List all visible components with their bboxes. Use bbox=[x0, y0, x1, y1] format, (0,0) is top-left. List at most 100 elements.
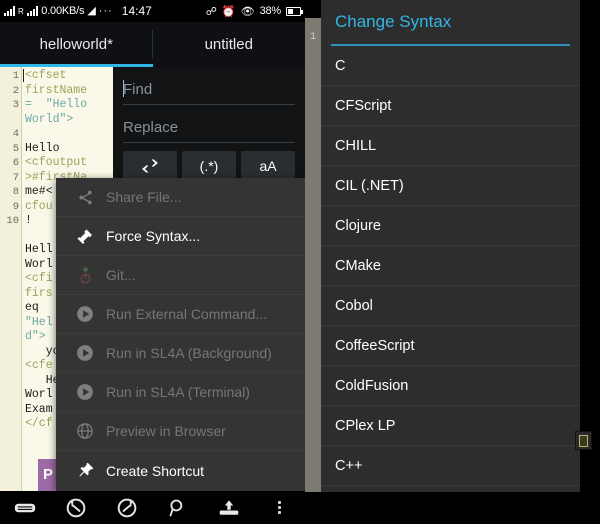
menu-item-label: Preview in Browser bbox=[106, 423, 226, 439]
keyboard-button[interactable] bbox=[0, 501, 51, 515]
screen: R 0.00KB/s ◢ ··· 14:47 ☍ ⏰ 👁 38% hellowo… bbox=[0, 0, 600, 524]
more-dots-icon: ··· bbox=[98, 5, 113, 17]
alarm-icon: ⏰ bbox=[221, 5, 236, 18]
find-replace-panel: Find Replace (.*) aA bbox=[113, 67, 305, 181]
syntax-option-clojure[interactable]: Clojure bbox=[321, 206, 580, 246]
line-number: 6 bbox=[12, 157, 19, 169]
syntax-option-list[interactable]: C CFScript CHILL CIL (.NET) Clojure CMake Cobo… bbox=[321, 46, 580, 492]
syntax-option-label: C bbox=[335, 57, 346, 74]
syntax-option-cplex-lp[interactable]: CPlex LP bbox=[321, 406, 580, 446]
tab-helloworld[interactable]: helloworld* bbox=[0, 22, 153, 67]
save-button[interactable] bbox=[203, 499, 254, 517]
regex-label: (.*) bbox=[199, 158, 219, 174]
case-sensitive-button[interactable]: aA bbox=[241, 151, 295, 181]
syntax-option-label: C++ bbox=[335, 457, 363, 474]
menu-item-label: Run in SL4A (Background) bbox=[106, 345, 272, 361]
find-placeholder: Find bbox=[123, 81, 153, 98]
background-line-number: 1 bbox=[310, 32, 317, 43]
regex-toggle-button[interactable]: (.*) bbox=[182, 151, 236, 181]
syntax-option-label: CPlex LP bbox=[335, 417, 396, 434]
find-field[interactable]: Find bbox=[123, 75, 295, 105]
line-number: 5 bbox=[12, 142, 19, 155]
play-icon bbox=[70, 303, 100, 325]
syntax-option-c[interactable]: C bbox=[321, 46, 580, 86]
syntax-option-coffeescript[interactable]: CoffeeScript bbox=[321, 326, 580, 366]
context-menu: Share File... Force Syntax... Git... Run… bbox=[56, 178, 305, 491]
menu-item-share-file[interactable]: Share File... bbox=[56, 178, 305, 217]
share-icon bbox=[70, 186, 100, 208]
line-number: 3 bbox=[12, 99, 19, 111]
line-number-gutter: 1 2 3 4 5 6 7 8 9 10 bbox=[0, 67, 22, 491]
syntax-option-chill[interactable]: CHILL bbox=[321, 126, 580, 166]
git-icon bbox=[70, 264, 100, 286]
menu-item-run-sl4a-background[interactable]: Run in SL4A (Background) bbox=[56, 334, 305, 373]
battery-icon bbox=[286, 6, 303, 16]
minimap-thumb-icon bbox=[575, 431, 592, 450]
tab-untitled[interactable]: untitled bbox=[153, 22, 306, 67]
background-panel-strip bbox=[305, 18, 321, 492]
menu-item-label: Git... bbox=[106, 267, 136, 283]
syntax-option-label: CoffeeScript bbox=[335, 337, 415, 354]
menu-item-run-sl4a-terminal[interactable]: Run in SL4A (Terminal) bbox=[56, 373, 305, 412]
bluetooth-icon: ☍ bbox=[205, 5, 217, 18]
syntax-option-label: ColdFusion bbox=[335, 377, 409, 394]
status-bar: R 0.00KB/s ◢ ··· 14:47 ☍ ⏰ 👁 38% bbox=[0, 0, 305, 22]
syntax-option-coldfusion[interactable]: ColdFusion bbox=[321, 366, 580, 406]
search-button[interactable] bbox=[152, 498, 203, 518]
change-syntax-dialog: Change Syntax C CFScript CHILL CIL (.NET) Cl… bbox=[321, 0, 580, 492]
syntax-option-label: CFScript bbox=[335, 97, 392, 114]
line-number bbox=[0, 113, 19, 128]
dialog-title: Change Syntax bbox=[335, 12, 452, 31]
undo-icon bbox=[66, 498, 86, 517]
menu-item-force-syntax[interactable]: Force Syntax... bbox=[56, 217, 305, 256]
line-number: 9 bbox=[12, 200, 19, 213]
syntax-option-cobol[interactable]: Cobol bbox=[321, 286, 580, 326]
syntax-option-label: CHILL bbox=[335, 137, 377, 154]
undo-button[interactable] bbox=[51, 498, 102, 518]
syntax-option-c[interactable]: C++ bbox=[321, 446, 580, 486]
network-speed-label: 0.00KB/s bbox=[41, 5, 85, 17]
syntax-option-label: CMake bbox=[335, 257, 381, 274]
tab-label: helloworld* bbox=[39, 36, 113, 53]
menu-item-run-external-command[interactable]: Run External Command... bbox=[56, 295, 305, 334]
status-bar-right: ☍ ⏰ 👁 38% bbox=[205, 5, 303, 18]
replace-placeholder: Replace bbox=[123, 119, 179, 136]
overflow-menu-icon bbox=[278, 499, 282, 516]
menu-item-label: Run External Command... bbox=[106, 306, 268, 322]
menu-item-preview-in-browser[interactable]: Preview in Browser bbox=[56, 412, 305, 451]
battery-percent-label: 38% bbox=[259, 5, 282, 17]
menu-item-git[interactable]: Git... bbox=[56, 256, 305, 295]
replace-field[interactable]: Replace bbox=[123, 113, 295, 143]
syntax-option-cmake[interactable]: CMake bbox=[321, 246, 580, 286]
syntax-option-label: Cobol bbox=[335, 297, 373, 314]
line-number: 7 bbox=[12, 171, 19, 184]
status-bar-left: R 0.00KB/s ◢ ··· 14:47 bbox=[4, 4, 206, 18]
search-icon bbox=[169, 499, 183, 516]
find-caret bbox=[123, 80, 124, 97]
hammer-icon bbox=[70, 225, 100, 247]
overflow-menu-button[interactable] bbox=[254, 499, 305, 516]
minimap-glyph-icon bbox=[579, 434, 588, 447]
syntax-option-cfscript[interactable]: CFScript bbox=[321, 86, 580, 126]
signal-strength-icon bbox=[4, 6, 15, 16]
pin-icon bbox=[70, 460, 100, 482]
redo-button[interactable] bbox=[102, 498, 153, 518]
menu-item-create-shortcut[interactable]: Create Shortcut bbox=[56, 451, 305, 490]
tab-bar: helloworld* untitled bbox=[0, 22, 305, 67]
signal-strength-icon-2 bbox=[27, 6, 39, 16]
play-icon bbox=[70, 342, 100, 364]
save-icon bbox=[219, 499, 239, 515]
replace-all-button[interactable] bbox=[123, 151, 177, 181]
replace-all-icon bbox=[142, 159, 158, 173]
syntax-option-cil-net[interactable]: CIL (.NET) bbox=[321, 166, 580, 206]
purple-marker-letter: P bbox=[42, 466, 53, 483]
tab-label: untitled bbox=[204, 36, 253, 53]
status-clock: 14:47 bbox=[121, 4, 152, 18]
line-number: 10 bbox=[6, 215, 19, 227]
text-caret bbox=[23, 69, 24, 82]
dialog-header: Change Syntax bbox=[321, 0, 580, 44]
case-label: aA bbox=[259, 158, 277, 174]
find-buttons-row: (.*) aA bbox=[123, 151, 295, 181]
syntax-option-label: CIL (.NET) bbox=[335, 177, 404, 194]
bottom-toolbar bbox=[0, 491, 305, 524]
